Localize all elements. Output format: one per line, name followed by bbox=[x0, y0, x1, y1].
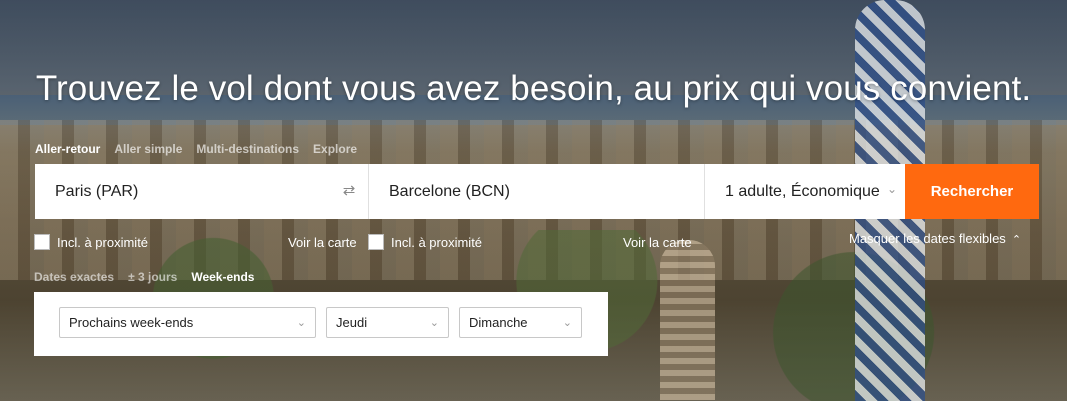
chevron-down-icon: ⌄ bbox=[296, 317, 306, 329]
weekends-select[interactable]: Prochains week-ends ⌄ bbox=[59, 307, 316, 338]
origin-map-link[interactable]: Voir la carte bbox=[288, 235, 357, 250]
destination-field[interactable]: Barcelone (BCN) bbox=[369, 164, 705, 219]
flexible-dates-toggle[interactable]: Masquer les dates flexibles ⌃ bbox=[849, 231, 1021, 246]
tab-one-way[interactable]: Aller simple bbox=[114, 142, 182, 156]
departure-day-value: Jeudi bbox=[336, 315, 368, 330]
destination-value: Barcelone (BCN) bbox=[389, 182, 510, 200]
travelers-value: 1 adulte, Économique bbox=[725, 182, 880, 200]
origin-value: Paris (PAR) bbox=[55, 182, 139, 200]
destination-nearby-label: Incl. à proximité bbox=[391, 234, 483, 250]
destination-nearby-checkbox[interactable] bbox=[368, 234, 384, 250]
tab-round-trip[interactable]: Aller-retour bbox=[35, 142, 100, 156]
origin-nearby-option[interactable]: Incl. à proximité bbox=[34, 234, 148, 250]
flexible-dates-toggle-label: Masquer les dates flexibles bbox=[849, 231, 1006, 246]
tab-multi-city[interactable]: Multi-destinations bbox=[196, 142, 299, 156]
tab-explore[interactable]: Explore bbox=[313, 142, 357, 156]
departure-day-select[interactable]: Jeudi ⌄ bbox=[326, 307, 449, 338]
origin-nearby-label: Incl. à proximité bbox=[57, 234, 149, 250]
tab-plus-minus-3-days[interactable]: ± 3 jours bbox=[128, 270, 177, 284]
chevron-down-icon: ⌄ bbox=[886, 182, 897, 196]
tab-weekends[interactable]: Week-ends bbox=[191, 270, 254, 284]
swap-icon[interactable]: ⇄ bbox=[340, 181, 358, 201]
travelers-select[interactable]: 1 adulte, Économique ⌄ bbox=[705, 164, 905, 219]
weekend-options-panel: Prochains week-ends ⌄ Jeudi ⌄ Dimanche ⌄ bbox=[34, 292, 608, 356]
flight-search-form: Paris (PAR) ⇄ Barcelone (BCN) 1 adulte, … bbox=[35, 164, 1039, 219]
tab-exact-dates[interactable]: Dates exactes bbox=[34, 270, 114, 284]
return-day-value: Dimanche bbox=[469, 315, 528, 330]
page-headline: Trouvez le vol dont vous avez besoin, au… bbox=[35, 69, 1032, 109]
destination-nearby-option[interactable]: Incl. à proximité bbox=[368, 234, 482, 250]
background-gaudi-building bbox=[660, 240, 715, 400]
weekends-select-value: Prochains week-ends bbox=[69, 315, 194, 330]
chevron-down-icon: ⌄ bbox=[429, 317, 439, 329]
date-mode-tabs: Dates exactes ± 3 jours Week-ends bbox=[34, 270, 268, 284]
origin-field[interactable]: Paris (PAR) ⇄ bbox=[35, 164, 369, 219]
destination-map-link[interactable]: Voir la carte bbox=[623, 235, 692, 250]
trip-type-tabs: Aller-retour Aller simple Multi-destinat… bbox=[35, 142, 371, 156]
origin-nearby-checkbox[interactable] bbox=[34, 234, 50, 250]
chevron-down-icon: ⌄ bbox=[562, 317, 572, 329]
chevron-up-icon: ⌃ bbox=[1011, 234, 1022, 246]
search-button[interactable]: Rechercher bbox=[905, 164, 1039, 219]
return-day-select[interactable]: Dimanche ⌄ bbox=[459, 307, 582, 338]
